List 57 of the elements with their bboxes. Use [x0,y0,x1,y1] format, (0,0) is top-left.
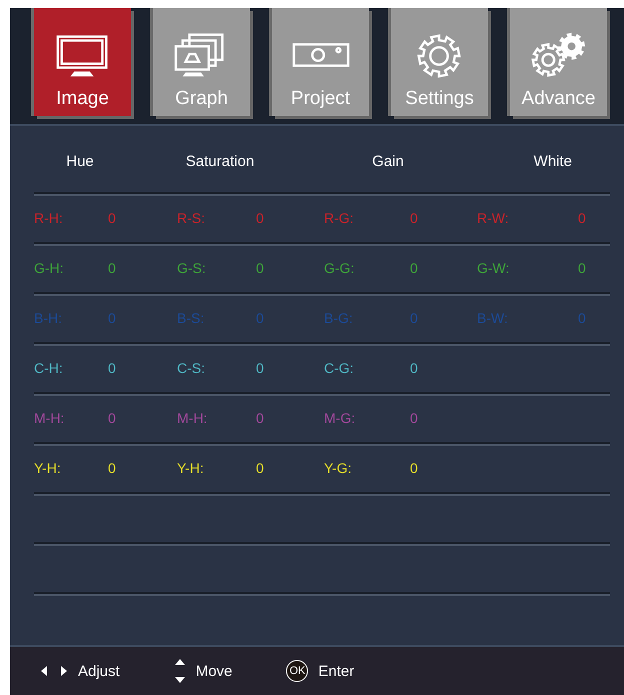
setting-value: 0 [108,260,117,276]
tab[interactable]: Graph [153,8,250,116]
setting-label: B-H: [34,310,63,326]
tab[interactable]: Image [34,8,131,116]
setting-label: G-G: [324,260,356,276]
setting-label: R-H: [34,210,64,226]
column-header: White [532,152,573,170]
setting-label: C-S: [177,360,206,376]
setting-label: B-W: [477,310,509,326]
setting-label: M-G: [324,410,356,426]
setting-label: B-S: [177,310,206,326]
setting-label: R-G: [324,210,355,226]
setting-label: Y-H: [177,460,205,476]
hint-label: Move [196,662,232,680]
setting-value: 0 [108,210,117,226]
setting-value: 0 [256,410,265,426]
left-right-arrows-icon [40,665,68,677]
column-header: Hue [65,152,95,170]
setting-value: 0 [578,210,587,226]
setting-value: 0 [108,460,117,476]
setting-value: 0 [256,360,265,376]
hint-label: Enter [318,662,354,680]
ok-key-icon: OK [286,660,308,682]
setting-label: G-S: [177,260,207,276]
setting-label: M-H: [34,410,66,426]
up-down-arrows-icon [174,657,186,685]
setting-label: Y-G: [324,460,352,476]
setting-value: 0 [256,210,265,226]
setting-value: 0 [410,360,419,376]
setting-value: 0 [410,210,419,226]
setting-label: R-S: [177,210,206,226]
setting-value: 0 [256,260,265,276]
setting-label: M-H: [177,410,208,426]
tab[interactable]: Advance [510,8,607,116]
tab[interactable]: Settings [391,8,488,116]
column-header: Gain [371,152,405,170]
setting-label: B-G: [324,310,354,326]
setting-value: 0 [410,310,419,326]
setting-label: R-W: [477,210,510,226]
setting-label: Y-H: [34,460,62,476]
setting-value: 0 [410,460,419,476]
hint-label: Adjust [78,662,120,680]
setting-value: 0 [108,410,117,426]
setting-label: C-G: [324,360,355,376]
setting-value: 0 [256,460,265,476]
setting-value: 0 [108,360,117,376]
setting-value: 0 [410,410,419,426]
setting-label: G-W: [477,260,510,276]
setting-value: 0 [578,310,587,326]
column-header: Saturation [184,152,256,170]
setting-value: 0 [108,310,117,326]
setting-label: C-H: [34,360,64,376]
setting-value: 0 [256,310,265,326]
setting-value: 0 [578,260,587,276]
tab[interactable]: Project [272,8,369,116]
setting-value: 0 [410,260,419,276]
setting-label: G-H: [34,260,65,276]
